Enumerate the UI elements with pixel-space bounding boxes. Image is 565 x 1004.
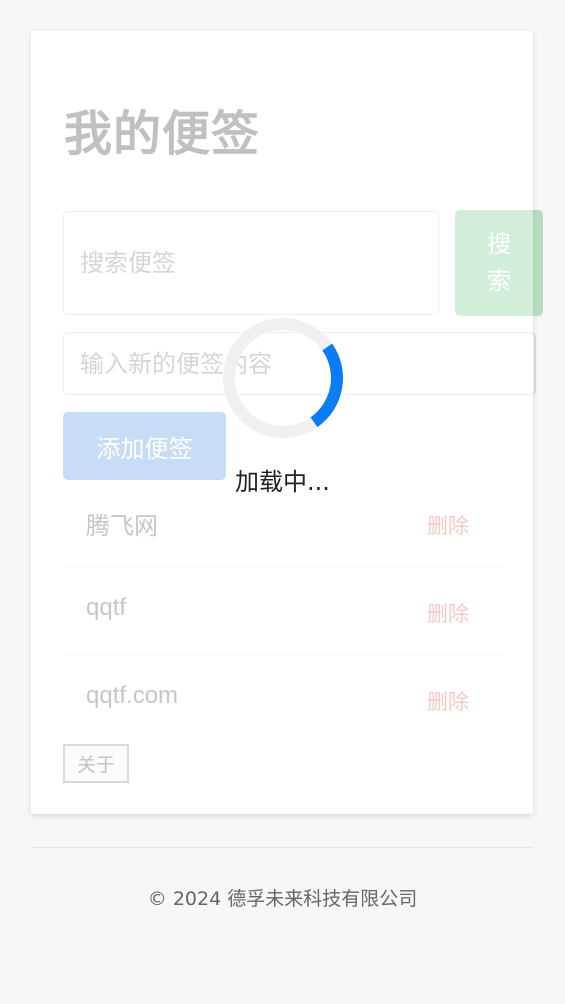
loading-text: 加载中... — [235, 468, 330, 496]
footer-copyright: © 2024 德孚未来科技有限公司 — [147, 888, 418, 910]
note-list: 腾飞网 删除 qqtf 删除 qqtf.com 删除 — [63, 480, 502, 744]
note-text: qqtf — [86, 594, 127, 621]
about-button[interactable]: 关于 — [63, 744, 129, 783]
search-input[interactable] — [63, 211, 439, 315]
delete-button[interactable]: 删除 — [427, 686, 469, 716]
note-text: qqtf.com — [86, 682, 179, 709]
page-title: 我的便签 — [64, 106, 261, 162]
delete-button[interactable]: 删除 — [427, 598, 469, 628]
search-button[interactable]: 搜索 — [455, 210, 543, 316]
note-text: 腾飞网 — [86, 513, 158, 540]
search-button-label: 搜索 — [487, 231, 511, 295]
note-item: qqtf.com 删除 — [63, 656, 502, 744]
search-button-edge — [533, 210, 543, 316]
note-item: qqtf 删除 — [63, 568, 502, 656]
page: 我的便签 搜索 添加便签 腾飞网 删除 qqtf 删除 qqtf.com 删除 — [0, 0, 565, 1004]
loading-spinner-icon — [213, 308, 353, 448]
delete-button[interactable]: 删除 — [427, 510, 469, 540]
spinner-arc — [213, 308, 353, 448]
footer-divider — [31, 847, 533, 848]
